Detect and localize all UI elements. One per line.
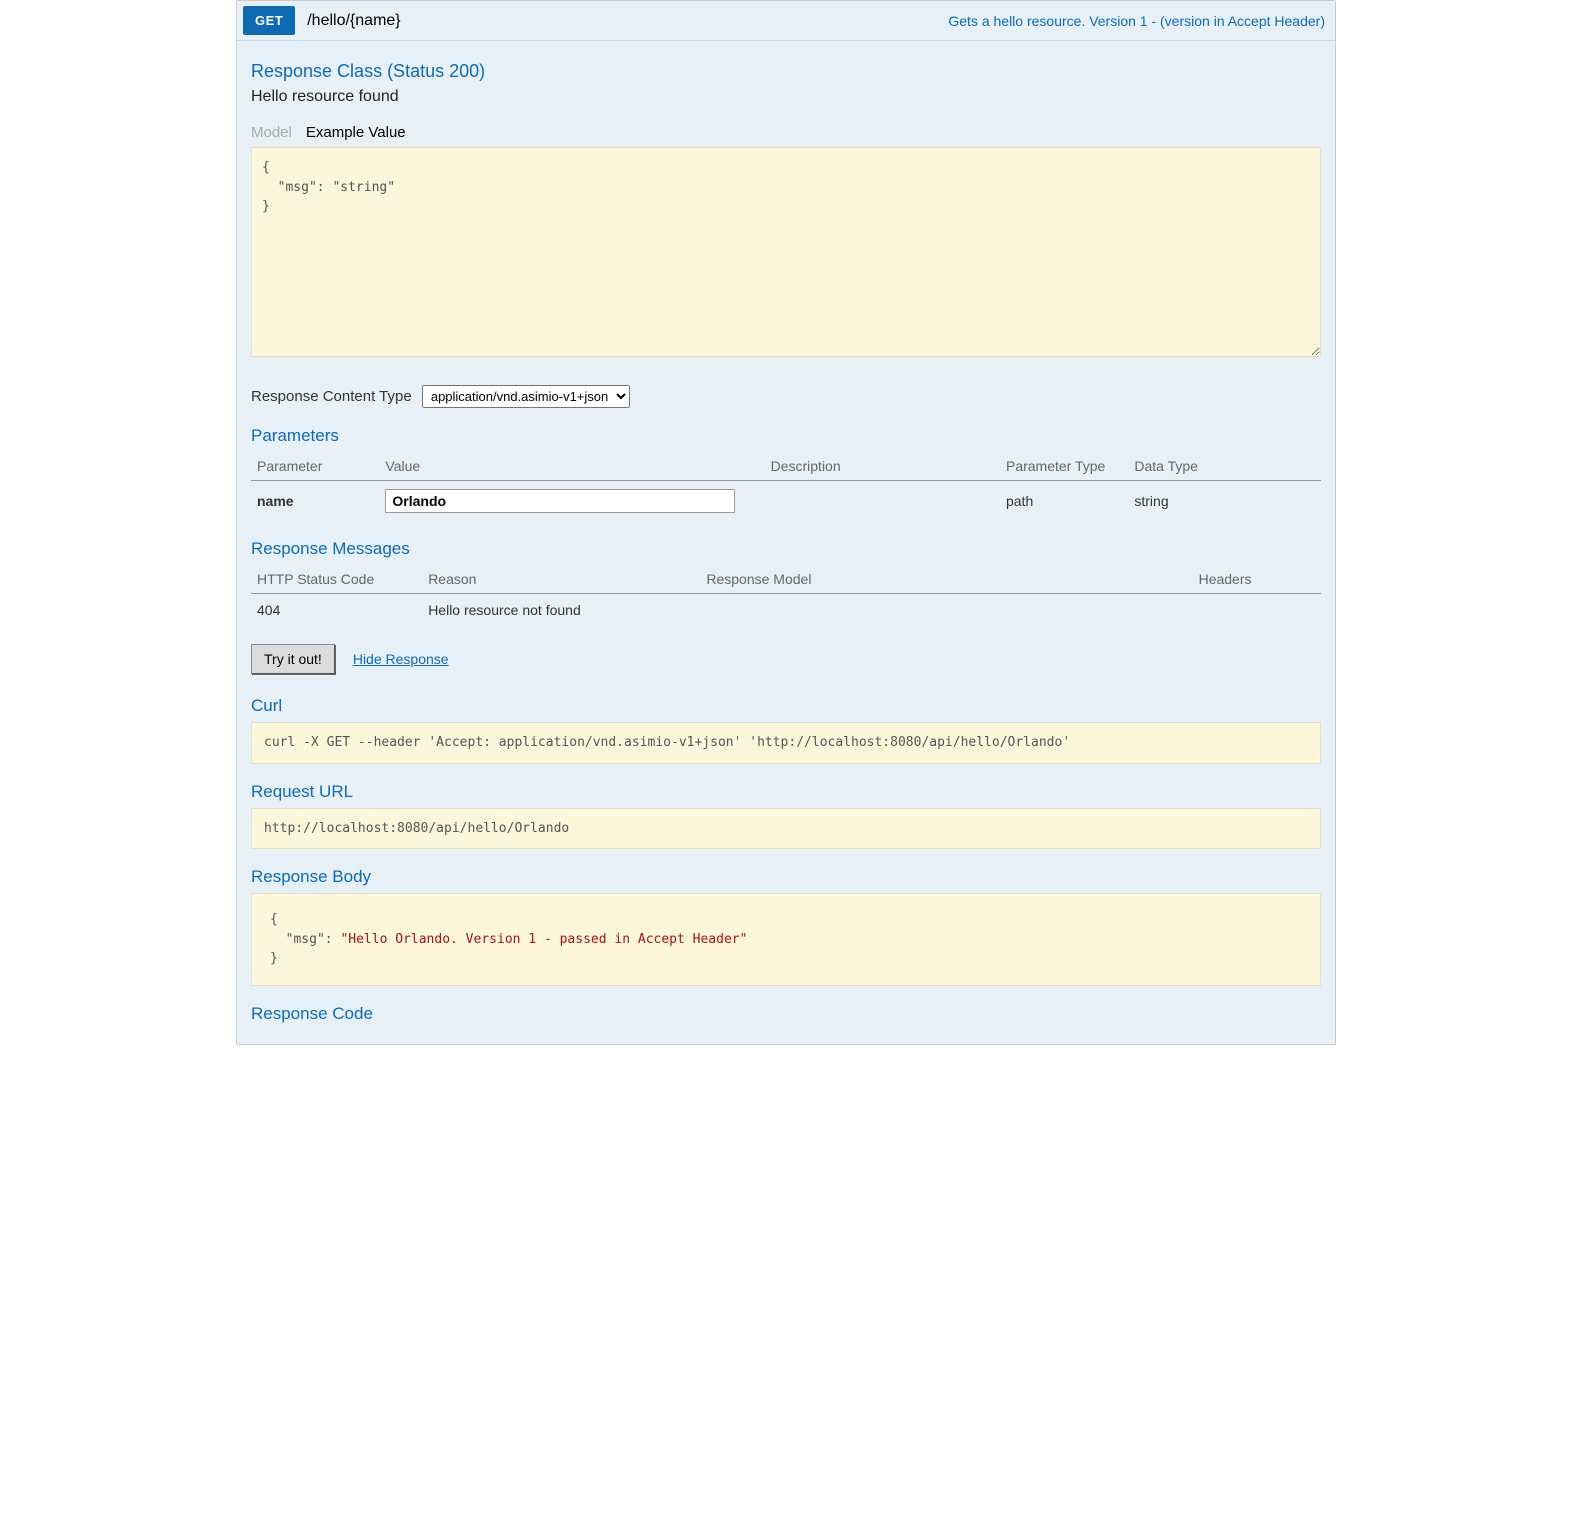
param-data-type: string — [1128, 481, 1321, 522]
col-description: Description — [765, 452, 1000, 481]
col-response-model: Response Model — [700, 565, 1192, 594]
response-body-box: { "msg": "Hello Orlando. Version 1 - pas… — [251, 893, 1321, 986]
response-messages-title: Response Messages — [251, 539, 1321, 559]
status-model — [700, 594, 1192, 627]
tab-model[interactable]: Model — [251, 124, 292, 141]
example-value-box[interactable]: { "msg": "string" } — [251, 147, 1321, 357]
curl-title: Curl — [251, 696, 1321, 716]
param-type: path — [1000, 481, 1128, 522]
status-headers — [1193, 594, 1321, 627]
param-name: name — [251, 481, 379, 522]
table-row: name path string — [251, 481, 1321, 522]
status-reason: Hello resource not found — [422, 594, 700, 627]
col-parameter: Parameter — [251, 452, 379, 481]
col-reason: Reason — [422, 565, 700, 594]
swagger-operation: GET /hello/{name} Gets a hello resource.… — [236, 0, 1336, 1045]
tab-example-value[interactable]: Example Value — [306, 124, 406, 141]
hide-response-link[interactable]: Hide Response — [353, 651, 449, 667]
response-content-type-label: Response Content Type — [251, 388, 412, 405]
response-code-title: Response Code — [251, 1004, 1321, 1024]
col-value: Value — [379, 452, 764, 481]
operation-summary: Gets a hello resource. Version 1 - (vers… — [938, 5, 1335, 37]
col-data-type: Data Type — [1128, 452, 1321, 481]
col-headers: Headers — [1193, 565, 1321, 594]
response-body-title: Response Body — [251, 867, 1321, 887]
operation-path: /hello/{name} — [303, 4, 404, 38]
http-method-badge: GET — [243, 6, 295, 35]
col-status: HTTP Status Code — [251, 565, 422, 594]
param-value-input[interactable] — [385, 489, 735, 513]
action-row: Try it out! Hide Response — [251, 644, 1321, 674]
try-it-out-button[interactable]: Try it out! — [251, 644, 335, 674]
col-parameter-type: Parameter Type — [1000, 452, 1128, 481]
param-description — [765, 481, 1000, 522]
parameters-title: Parameters — [251, 426, 1321, 446]
response-class-title: Response Class (Status 200) — [251, 61, 1321, 82]
operation-header[interactable]: GET /hello/{name} Gets a hello resource.… — [237, 1, 1335, 41]
request-url-box: http://localhost:8080/api/hello/Orlando — [251, 808, 1321, 850]
request-url-title: Request URL — [251, 782, 1321, 802]
curl-command-box: curl -X GET --header 'Accept: applicatio… — [251, 722, 1321, 764]
response-class-description: Hello resource found — [251, 88, 1321, 106]
response-content-type-row: Response Content Type application/vnd.as… — [251, 385, 1321, 408]
operation-body: Response Class (Status 200) Hello resour… — [237, 41, 1335, 1044]
model-example-tabs: Model Example Value — [251, 124, 1321, 141]
response-content-type-select[interactable]: application/vnd.asimio-v1+json — [422, 385, 630, 408]
table-row: 404 Hello resource not found — [251, 594, 1321, 627]
status-code: 404 — [251, 594, 422, 627]
response-messages-table: HTTP Status Code Reason Response Model H… — [251, 565, 1321, 626]
parameters-table: Parameter Value Description Parameter Ty… — [251, 452, 1321, 521]
